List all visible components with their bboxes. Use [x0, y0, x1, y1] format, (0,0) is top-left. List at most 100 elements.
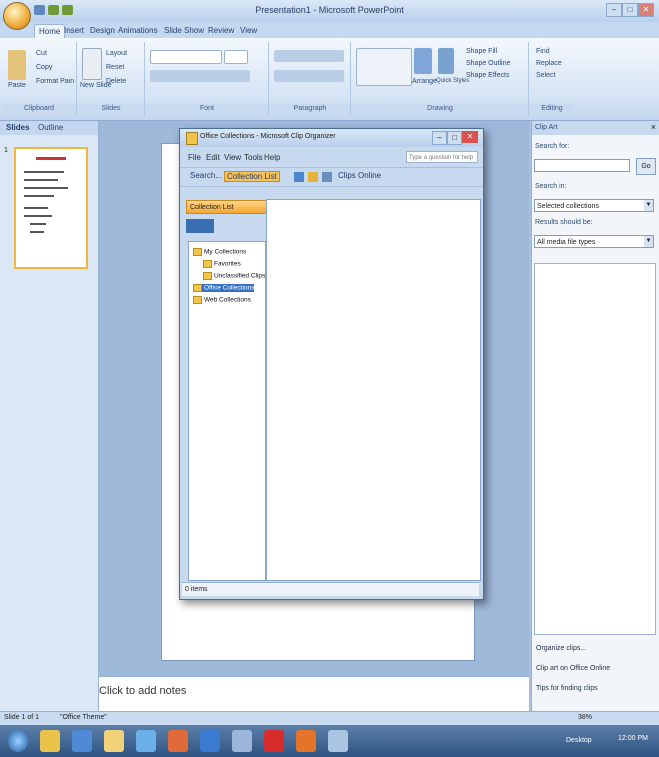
acrobat-icon[interactable]	[264, 730, 284, 752]
chevron-down-icon[interactable]: ▼	[644, 236, 653, 247]
tab-slide-show[interactable]: Slide Show	[164, 24, 204, 37]
collection-list-header[interactable]: Collection List	[186, 200, 270, 214]
font-format-buttons[interactable]	[150, 70, 250, 82]
format-painter-button[interactable]: Format Painter	[36, 78, 74, 85]
notes-pane[interactable]: Click to add notes	[99, 676, 529, 713]
menu-edit[interactable]: Edit	[206, 153, 220, 162]
tab-slides[interactable]: Slides	[6, 123, 30, 132]
tab-design[interactable]: Design	[90, 24, 115, 37]
shape-outline-button[interactable]: Shape Outline	[466, 60, 510, 67]
ribbon-tabs: Home Insert Design Animations Slide Show…	[0, 22, 659, 38]
menu-file[interactable]: File	[188, 153, 201, 162]
font-size-combo[interactable]	[224, 50, 248, 64]
copy-icon[interactable]	[294, 172, 304, 182]
alignment-buttons[interactable]	[274, 70, 344, 82]
tree-node-web-collections[interactable]: Web Collections	[193, 296, 251, 304]
desktop-label[interactable]: Desktop	[566, 737, 592, 744]
folder-icon	[193, 284, 202, 292]
menu-view[interactable]: View	[224, 153, 241, 162]
results-type-select[interactable]: All media file types ▼	[534, 235, 654, 248]
tree-node-favorites[interactable]: Favorites	[203, 260, 241, 268]
tab-view[interactable]: View	[240, 24, 257, 37]
font-group-label: Font	[146, 104, 268, 114]
delete-button[interactable]: Delete	[106, 78, 126, 85]
pane-nav-buttons[interactable]	[186, 219, 214, 233]
cut-button[interactable]: Cut	[36, 50, 47, 57]
find-button[interactable]: Find	[536, 48, 550, 55]
paste-label[interactable]: Paste	[8, 82, 26, 89]
ie-icon[interactable]	[72, 730, 92, 752]
tips-link[interactable]: Tips for finding clips	[536, 685, 598, 692]
shape-fill-button[interactable]: Shape Fill	[466, 48, 497, 55]
views-icon[interactable]	[322, 172, 332, 182]
help-search-input[interactable]: Type a question for help	[406, 151, 478, 163]
search-in-select[interactable]: Selected collections ▼	[534, 199, 654, 212]
chevron-down-icon[interactable]: ▼	[644, 200, 653, 211]
copy-button[interactable]: Copy	[36, 64, 52, 71]
tab-animations[interactable]: Animations	[118, 24, 158, 37]
dialog-minimize-button[interactable]: –	[432, 131, 447, 145]
word-icon[interactable]	[200, 730, 220, 752]
close-button[interactable]: ✕	[638, 3, 654, 17]
menu-tools[interactable]: Tools	[244, 153, 263, 162]
minimize-button[interactable]: –	[606, 3, 622, 17]
menu-help[interactable]: Help	[264, 153, 280, 162]
quick-styles-button[interactable]: Quick Styles	[436, 78, 469, 84]
clip-art-online-link[interactable]: Clip art on Office Online	[536, 665, 610, 672]
undo-icon[interactable]	[48, 5, 59, 15]
tree-node-label: Unclassified Clips	[214, 272, 266, 280]
clip-results-area[interactable]	[534, 263, 656, 635]
organize-clips-link[interactable]: Organize clips...	[536, 645, 586, 652]
zoom-level[interactable]: 38%	[578, 714, 592, 721]
arrange-button[interactable]: Arrange	[412, 78, 437, 85]
shapes-gallery[interactable]	[356, 48, 412, 86]
select-button[interactable]: Select	[536, 72, 555, 79]
media-icon[interactable]	[136, 730, 156, 752]
chrome-icon[interactable]	[168, 730, 188, 752]
new-slide-icon[interactable]	[82, 48, 102, 80]
app-icon[interactable]	[232, 730, 252, 752]
tree-node-label: Office Collections	[204, 284, 255, 292]
collection-list-button[interactable]: Collection List	[224, 171, 280, 182]
search-input[interactable]	[534, 159, 630, 172]
collection-tree: My Collections Favorites Unclassified Cl…	[188, 241, 266, 581]
maximize-button[interactable]: □	[622, 3, 638, 17]
clips-online-button[interactable]: Clips Online	[338, 171, 381, 180]
tree-node-unclassified[interactable]: Unclassified Clips	[203, 272, 265, 280]
search-button[interactable]: Search...	[190, 171, 222, 180]
font-name-combo[interactable]	[150, 50, 222, 64]
paste-icon[interactable]	[308, 172, 318, 182]
clip-organizer-icon[interactable]	[328, 730, 348, 752]
shape-effects-button[interactable]: Shape Effects	[466, 72, 509, 79]
explorer-icon[interactable]	[40, 730, 60, 752]
office-button[interactable]	[3, 2, 31, 30]
replace-button[interactable]: Replace	[536, 60, 562, 67]
powerpoint-icon[interactable]	[296, 730, 316, 752]
start-icon[interactable]	[8, 730, 28, 752]
clip-content-area[interactable]	[266, 199, 481, 581]
results-type-value: All media file types	[537, 239, 596, 246]
paste-icon[interactable]	[8, 50, 26, 80]
tab-review[interactable]: Review	[208, 24, 234, 37]
redo-icon[interactable]	[62, 5, 73, 15]
folder-icon	[203, 272, 212, 280]
dialog-maximize-button[interactable]: □	[447, 131, 462, 145]
tree-node-my-collections[interactable]: My Collections	[193, 248, 246, 256]
go-button[interactable]: Go	[636, 158, 656, 175]
folder-icon[interactable]	[104, 730, 124, 752]
tree-node-label: Favorites	[214, 260, 241, 268]
tab-outline[interactable]: Outline	[38, 123, 63, 132]
reset-button[interactable]: Reset	[106, 64, 124, 71]
tab-home[interactable]: Home	[34, 24, 66, 38]
save-icon[interactable]	[34, 5, 45, 15]
layout-button[interactable]: Layout	[106, 50, 127, 57]
clock[interactable]: 12:00 PM	[618, 735, 648, 742]
slide-thumbnail[interactable]	[14, 147, 88, 269]
tree-node-office-collections[interactable]: Office Collections	[193, 284, 255, 292]
dialog-close-button[interactable]: ✕	[462, 131, 478, 143]
tab-insert[interactable]: Insert	[64, 24, 84, 37]
bullets-buttons[interactable]	[274, 50, 344, 62]
arrange-icon[interactable]	[414, 48, 432, 74]
close-icon[interactable]: ×	[651, 122, 656, 132]
quick-styles-icon[interactable]	[438, 48, 454, 74]
